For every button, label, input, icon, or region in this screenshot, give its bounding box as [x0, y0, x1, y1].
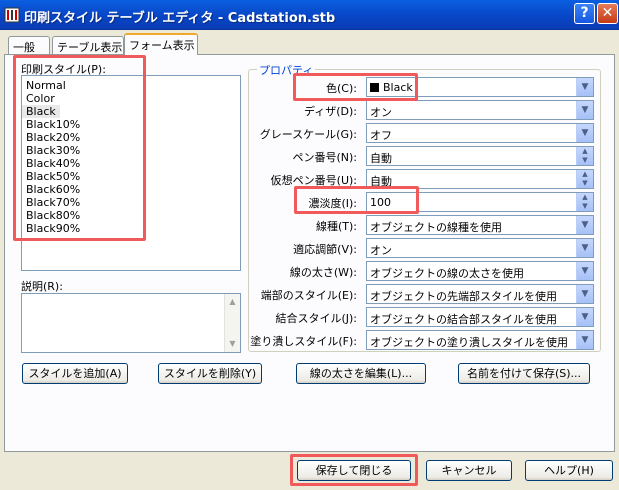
chevron-down-icon[interactable]: ▼	[576, 285, 593, 303]
list-item[interactable]: Black10%	[22, 118, 240, 131]
save-as-button[interactable]: 名前を付けて保存(S)...	[458, 363, 590, 384]
list-item[interactable]: Black90%	[22, 222, 240, 235]
dither-dropdown[interactable]: オン ▼	[366, 100, 594, 120]
adaptive-value: オン	[370, 244, 392, 257]
list-item[interactable]: Black80%	[22, 209, 240, 222]
scroll-up-icon[interactable]: ▲	[225, 294, 240, 310]
virtual-pen-spinner[interactable]: 自動 ▲ ▼	[366, 169, 594, 189]
pen-number-label: ペン番号(N):	[292, 151, 357, 164]
joinstyle-dropdown[interactable]: オブジェクトの結合部スタイルを使用 ▼	[366, 307, 594, 327]
screening-spinner[interactable]: 100 ▲ ▼	[366, 192, 594, 212]
screening-label: 濃淡度(I):	[308, 197, 357, 210]
scrollbar[interactable]: ▲ ▼	[224, 294, 240, 352]
chevron-down-icon[interactable]: ▼	[576, 308, 593, 326]
virtual-pen-value: 自動	[370, 175, 392, 188]
list-item[interactable]: Black60%	[22, 183, 240, 196]
linetype-value: オブジェクトの線種を使用	[370, 221, 502, 234]
list-item[interactable]: Black20%	[22, 131, 240, 144]
linetype-dropdown[interactable]: オブジェクトの線種を使用 ▼	[366, 215, 594, 235]
chevron-down-icon[interactable]: ▼	[576, 331, 593, 349]
fillstyle-label: 塗り潰しスタイル(F):	[250, 335, 357, 348]
color-label: 色(C):	[326, 82, 357, 95]
fillstyle-value: オブジェクトの塗り潰しスタイルを使用	[370, 336, 568, 349]
endstyle-value: オブジェクトの先端部スタイルを使用	[370, 290, 557, 303]
endstyle-label: 端部のスタイル(E):	[260, 289, 357, 302]
list-item-selected[interactable]: Black	[22, 105, 60, 118]
tab-form-view[interactable]: フォーム表示	[124, 33, 198, 55]
list-item[interactable]: Black50%	[22, 170, 240, 183]
tab-table-view[interactable]: テーブル表示	[52, 36, 124, 54]
spinner-arrows-icon[interactable]: ▲ ▼	[576, 147, 593, 165]
joinstyle-label: 結合スタイル(J):	[275, 312, 357, 325]
chevron-down-icon[interactable]: ▼	[576, 124, 593, 142]
tab-general[interactable]: 一般	[8, 36, 50, 54]
fillstyle-dropdown[interactable]: オブジェクトの塗り潰しスタイルを使用 ▼	[366, 330, 594, 350]
joinstyle-value: オブジェクトの結合部スタイルを使用	[370, 313, 557, 326]
virtual-pen-label: 仮想ペン番号(U):	[270, 174, 357, 187]
lineweight-dropdown[interactable]: オブジェクトの線の太さを使用 ▼	[366, 261, 594, 281]
add-style-button[interactable]: スタイルを追加(A)	[22, 363, 128, 384]
close-button[interactable]: ✕	[597, 3, 618, 24]
lineweight-label: 線の太さ(W):	[289, 266, 357, 279]
adaptive-label: 適応調節(V):	[293, 243, 357, 256]
save-and-close-button[interactable]: 保存して閉じる	[297, 460, 411, 481]
screening-value: 100	[370, 196, 391, 209]
description-label: 説明(R):	[21, 280, 63, 293]
chevron-down-icon[interactable]: ▼	[576, 78, 593, 96]
list-item[interactable]: Black30%	[22, 144, 240, 157]
chevron-down-icon[interactable]: ▼	[576, 216, 593, 234]
color-swatch-icon	[370, 83, 379, 92]
color-value: Black	[383, 81, 413, 94]
adaptive-dropdown[interactable]: オン ▼	[366, 238, 594, 258]
help-title-button[interactable]: ?	[574, 3, 595, 24]
dither-label: ディザ(D):	[304, 105, 357, 118]
color-dropdown[interactable]: Black ▼	[366, 77, 594, 97]
delete-style-button[interactable]: スタイルを削除(Y)	[158, 363, 262, 384]
help-button[interactable]: ヘルプ(H)	[525, 460, 613, 481]
app-icon	[4, 7, 20, 23]
chevron-down-icon[interactable]: ▼	[576, 101, 593, 119]
list-item[interactable]: Black40%	[22, 157, 240, 170]
pen-number-value: 自動	[370, 152, 392, 165]
grayscale-label: グレースケール(G):	[259, 128, 357, 141]
styles-listbox[interactable]: Normal Color Black Black10% Black20% Bla…	[21, 75, 241, 271]
edit-lineweights-button[interactable]: 線の太さを編集(L)...	[296, 363, 426, 384]
chevron-down-icon[interactable]: ▼	[576, 239, 593, 257]
list-item[interactable]: Black70%	[22, 196, 240, 209]
spinner-arrows-icon[interactable]: ▲ ▼	[576, 193, 593, 211]
grayscale-dropdown[interactable]: オフ ▼	[366, 123, 594, 143]
properties-legend: プロパティ	[257, 62, 316, 78]
spinner-arrows-icon[interactable]: ▲ ▼	[576, 170, 593, 188]
linetype-label: 線種(T):	[315, 220, 357, 233]
window-title: 印刷スタイル テーブル エディタ - Cadstation.stb	[24, 11, 336, 26]
title-bar[interactable]: 印刷スタイル テーブル エディタ - Cadstation.stb ? ✕	[0, 0, 619, 30]
endstyle-dropdown[interactable]: オブジェクトの先端部スタイルを使用 ▼	[366, 284, 594, 304]
list-item[interactable]: Normal	[22, 79, 240, 92]
cancel-button[interactable]: キャンセル	[426, 460, 512, 481]
grayscale-value: オフ	[370, 129, 392, 142]
scroll-down-icon[interactable]: ▼	[225, 336, 240, 352]
description-box[interactable]: ▲ ▼	[21, 293, 241, 353]
chevron-down-icon[interactable]: ▼	[576, 262, 593, 280]
list-item[interactable]: Color	[22, 92, 240, 105]
pen-number-spinner[interactable]: 自動 ▲ ▼	[366, 146, 594, 166]
lineweight-value: オブジェクトの線の太さを使用	[370, 267, 524, 280]
dither-value: オン	[370, 106, 392, 119]
